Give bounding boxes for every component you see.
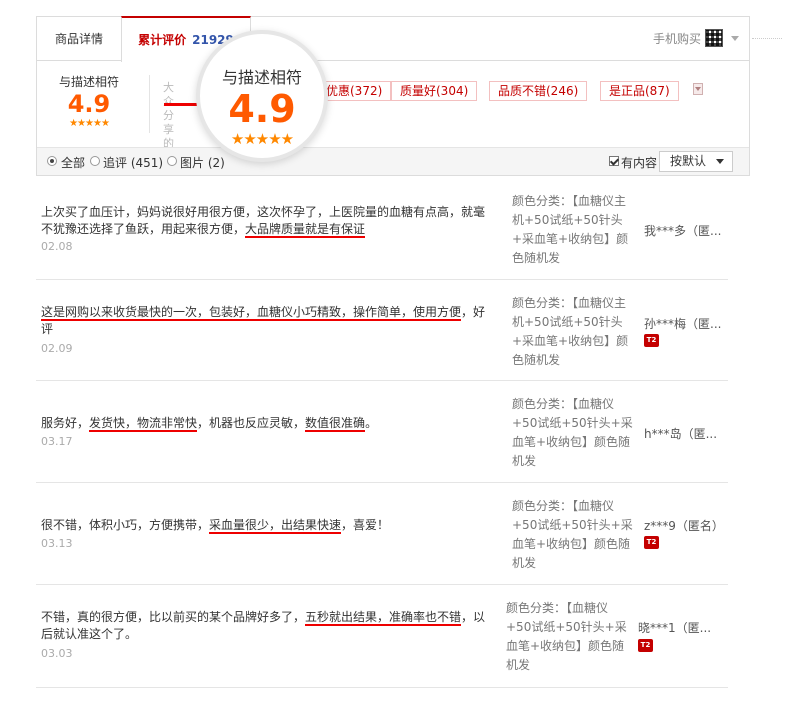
qr-code-icon [705, 29, 723, 47]
review-user: 我***多（匿... [644, 224, 722, 238]
review-content: 很不错，体积小巧，方便携带，采血量很少，出结果快速，喜爱！ [41, 518, 390, 534]
star-rating-icon: ★★★★★ [230, 130, 294, 148]
review-sku: 颜色分类：【血糖仪+50试纸+50针头+采血笔+收纳包】颜色随机发 [512, 397, 633, 468]
score-value: 4.9 [67, 90, 111, 118]
tag-genuine[interactable]: 是正品(87) [600, 81, 679, 101]
filter-bar: 全部 追评 (451) 图片 (2) 有内容 按默认 [37, 147, 749, 175]
expand-tags-icon[interactable] [693, 83, 703, 95]
review-user: 晓***1（匿... [638, 621, 712, 635]
review-item: 这是网购以来收货最快的一次，包装好，血糖仪小巧精致，操作简单，使用方便，好评 0… [36, 280, 728, 381]
review-sku: 颜色分类：【血糖仪+50试纸+50针头+采血笔+收纳包】颜色随机发 [512, 499, 633, 570]
description-score: 与描述相符 4.9 ★★★★★ [49, 73, 129, 129]
review-item: 服务好，发货快，物流非常快，机器也反应灵敏，数值很准确。 03.17 颜色分类：… [36, 381, 728, 483]
review-sku: 颜色分类：【血糖仪主机+50试纸+50针头+采血笔+收纳包】颜色随机发 [512, 296, 629, 367]
chevron-down-icon [716, 159, 724, 164]
review-item: 不错，真的很方便，比以前买的某个品牌好多了，五秒就出结果，准确率也不错，以后就认… [36, 585, 728, 688]
review-sku: 颜色分类：【血糖仪+50试纸+50针头+采血笔+收纳包】颜色随机发 [506, 601, 627, 672]
review-sku: 颜色分类：【血糖仪主机+50试纸+50针头+采血笔+收纳包】颜色随机发 [512, 194, 629, 265]
review-content: 上次买了血压计，妈妈说很好用很方便，这次怀孕了，上医院量的血糖有点高，就毫不犹豫… [41, 205, 486, 238]
review-date: 03.17 [41, 435, 73, 448]
magnifier-value: 4.9 [228, 87, 296, 131]
sort-select-value: 按默认 [670, 154, 707, 168]
radio-all[interactable] [47, 156, 57, 166]
ghost-label: 大众分享的 [163, 81, 174, 150]
tag-quality-fine[interactable]: 品质不错(246) [489, 81, 588, 101]
chevron-down-icon [731, 35, 739, 41]
review-user: z***9（匿名） [644, 519, 724, 533]
tab-bar: 商品详情 累计评价 21929 手机购买 [37, 16, 749, 62]
review-date: 03.13 [41, 537, 73, 550]
review-user: h***岛（匿... [644, 427, 718, 441]
tag-youhui[interactable]: 优惠(372) [317, 81, 392, 101]
radio-pictures[interactable] [167, 156, 177, 166]
member-badge-icon: T2 [638, 639, 653, 652]
radio-followup[interactable] [90, 156, 100, 166]
score-magnifier: 与描述相符 4.9 ★★★★★ [196, 30, 328, 162]
review-user: 孙***梅（匿... [644, 317, 722, 331]
review-content: 不错，真的很方便，比以前买的某个品牌好多了，五秒就出结果，准确率也不错，以后就认… [41, 610, 486, 641]
review-date: 02.08 [41, 240, 73, 253]
has-content-label: 有内容 [621, 156, 658, 170]
review-item: 上次买了血压计，妈妈说很好用很方便，这次怀孕了，上医院量的血糖有点高，就毫不犹豫… [36, 178, 728, 280]
star-rating-icon: ★★★★★ [69, 118, 110, 129]
mobile-buy[interactable]: 手机购买 [653, 29, 739, 47]
review-date: 02.09 [41, 342, 73, 355]
review-item: 很不错，体积小巧，方便携带，采血量很少，出结果快速，喜爱！ 03.13 颜色分类… [36, 483, 728, 585]
filter-followup-label: 追评 (451) [103, 156, 164, 170]
review-content: 这是网购以来收货最快的一次，包装好，血糖仪小巧精致，操作简单，使用方便，好评 [41, 305, 486, 336]
member-badge-icon: T2 [644, 536, 659, 549]
filter-all-label: 全部 [61, 156, 86, 170]
score-label: 与描述相符 [58, 75, 119, 89]
has-content-checkbox[interactable] [609, 156, 619, 166]
divider [149, 75, 150, 133]
tag-quality-good[interactable]: 质量好(304) [391, 81, 478, 101]
magnifier-label: 与描述相符 [221, 68, 302, 87]
review-panel: 商品详情 累计评价 21929 手机购买 与描述相符 4.9 ★★★★★ 大众分享… [36, 16, 750, 176]
tab-reviews-label: 累计评价 [138, 33, 187, 47]
review-content: 服务好，发货快，物流非常快，机器也反应灵敏，数值很准确。 [41, 416, 378, 432]
decorative-dotted-line [752, 38, 782, 39]
tab-product-detail[interactable]: 商品详情 [37, 17, 121, 61]
sort-select[interactable]: 按默认 [659, 151, 733, 172]
mobile-buy-label: 手机购买 [652, 31, 701, 46]
member-badge-icon: T2 [644, 334, 659, 347]
filter-pictures-label: 图片 (2) [180, 156, 225, 170]
review-date: 03.03 [41, 647, 73, 660]
